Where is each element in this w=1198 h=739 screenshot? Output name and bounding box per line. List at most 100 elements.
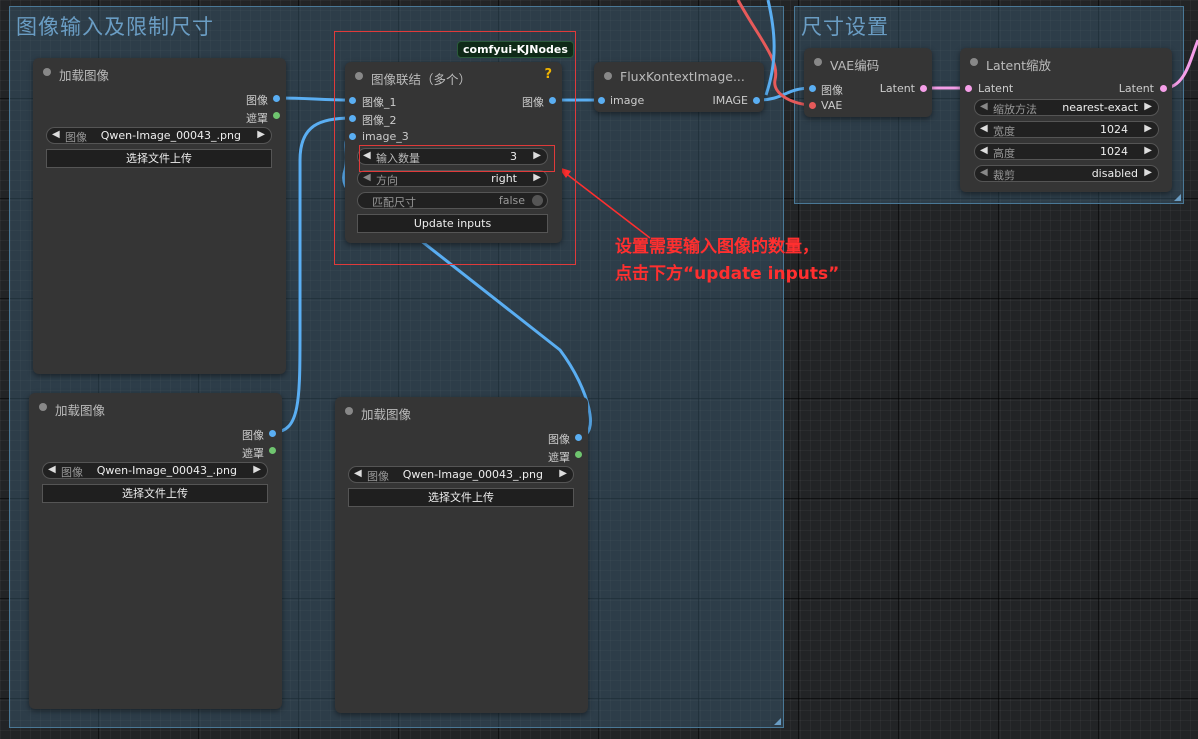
increment-arrow-icon[interactable]: ▶	[559, 468, 567, 479]
output-mask-slot[interactable]	[575, 451, 582, 458]
upload-button[interactable]: 选择文件上传	[46, 149, 272, 168]
widget-label: 图像	[65, 131, 87, 144]
node-header[interactable]: 图像联结（多个） ?	[345, 62, 562, 90]
load-image-node[interactable]: 加载图像 图像 遮罩 ◀ 图像 Qwen-Image_00043_.png ▶ …	[335, 397, 588, 713]
decrement-arrow-icon[interactable]: ◀	[980, 101, 988, 112]
node-title: 图像联结（多个）	[371, 72, 472, 87]
input-label: VAE	[821, 99, 843, 112]
increment-arrow-icon[interactable]: ▶	[253, 464, 261, 475]
help-icon[interactable]: ?	[544, 67, 552, 82]
input-slot[interactable]	[349, 97, 356, 104]
vae-encode-node[interactable]: VAE编码 图像 VAE Latent	[804, 48, 932, 117]
input-slot[interactable]	[965, 85, 972, 92]
increment-arrow-icon[interactable]: ▶	[1144, 123, 1152, 134]
output-label: IMAGE	[712, 94, 748, 107]
input-slot[interactable]	[598, 97, 605, 104]
input-label: image	[610, 94, 645, 107]
height-widget[interactable]: ◀ 高度 1024 ▶	[974, 143, 1159, 160]
width-widget[interactable]: ◀ 宽度 1024 ▶	[974, 121, 1159, 138]
toggle-knob[interactable]	[532, 195, 543, 206]
input-slot[interactable]	[349, 115, 356, 122]
output-image-slot[interactable]	[549, 97, 556, 104]
increment-arrow-icon[interactable]: ▶	[1144, 167, 1152, 178]
image-select[interactable]: ◀ 图像 Qwen-Image_00043_.png ▶	[42, 462, 268, 479]
collapse-dot[interactable]	[604, 72, 612, 80]
decrement-arrow-icon[interactable]: ◀	[980, 167, 988, 178]
increment-arrow-icon[interactable]: ▶	[1144, 101, 1152, 112]
match-size-toggle[interactable]: 匹配尺寸 false	[357, 192, 548, 209]
collapse-dot[interactable]	[345, 407, 353, 415]
upscale-method-widget[interactable]: ◀ 缩放方法 nearest-exact ▶	[974, 99, 1159, 116]
input-label: 图像_1	[362, 96, 397, 109]
source-badge: comfyui-KJNodes	[457, 41, 574, 58]
image-select[interactable]: ◀ 图像 Qwen-Image_00043_.png ▶	[46, 127, 272, 144]
decrement-arrow-icon[interactable]: ◀	[980, 123, 988, 134]
output-label: Latent	[1118, 82, 1154, 95]
collapse-dot[interactable]	[970, 58, 978, 66]
increment-arrow-icon[interactable]: ▶	[257, 129, 265, 140]
node-header[interactable]: 加载图像	[335, 397, 588, 425]
decrement-arrow-icon[interactable]: ◀	[354, 468, 362, 479]
input-slot[interactable]	[809, 85, 816, 92]
input-label: Latent	[978, 82, 1014, 95]
output-slot[interactable]	[753, 97, 760, 104]
widget-label: 方向	[376, 174, 398, 187]
load-image-node[interactable]: 加载图像 图像 遮罩 ◀ 图像 Qwen-Image_00043_.png ▶ …	[29, 393, 282, 709]
output-label: Latent	[879, 82, 915, 95]
node-header[interactable]: Latent缩放	[960, 48, 1172, 76]
output-image-label: 图像	[246, 94, 268, 107]
input-label: image_3	[362, 130, 409, 143]
collapse-dot[interactable]	[39, 403, 47, 411]
widget-value: Qwen-Image_00043_.png	[402, 468, 543, 481]
output-slot[interactable]	[920, 85, 927, 92]
decrement-arrow-icon[interactable]: ◀	[363, 172, 371, 183]
flux-kontext-node[interactable]: FluxKontextImage... image IMAGE	[594, 62, 764, 112]
image-select[interactable]: ◀ 图像 Qwen-Image_00043_.png ▶	[348, 466, 574, 483]
node-header[interactable]: 加载图像	[29, 393, 282, 421]
direction-widget[interactable]: ◀ 方向 right ▶	[357, 170, 548, 187]
decrement-arrow-icon[interactable]: ◀	[980, 145, 988, 156]
node-header[interactable]: 加载图像	[33, 58, 286, 86]
collapse-dot[interactable]	[43, 68, 51, 76]
output-mask-slot[interactable]	[269, 447, 276, 454]
decrement-arrow-icon[interactable]: ◀	[48, 464, 56, 475]
node-title: Latent缩放	[986, 58, 1052, 73]
widget-value: Qwen-Image_00043_.png	[100, 129, 241, 142]
node-header[interactable]: VAE编码	[804, 48, 932, 76]
widget-value: Qwen-Image_00043_.png	[96, 464, 237, 477]
widget-value: 1024	[1100, 123, 1128, 136]
widget-value: false	[498, 194, 525, 207]
output-image-label: 图像	[522, 96, 544, 109]
output-mask-label: 遮罩	[246, 112, 268, 125]
widget-label: 图像	[61, 466, 83, 479]
input-label: 图像	[821, 84, 843, 97]
upload-button[interactable]: 选择文件上传	[42, 484, 268, 503]
output-slot[interactable]	[1160, 85, 1167, 92]
update-inputs-button[interactable]: Update inputs	[357, 214, 548, 233]
widget-value: 1024	[1100, 145, 1128, 158]
collapse-dot[interactable]	[814, 58, 822, 66]
highlight-box-inputcount	[359, 145, 555, 172]
output-image-slot[interactable]	[269, 430, 276, 437]
collapse-dot[interactable]	[355, 72, 363, 80]
output-mask-slot[interactable]	[273, 112, 280, 119]
widget-value: nearest-exact	[1062, 101, 1138, 114]
crop-widget[interactable]: ◀ 裁剪 disabled ▶	[974, 165, 1159, 182]
annotation-line: 点击下方“update inputs”	[615, 264, 840, 284]
widget-value: right	[491, 172, 517, 185]
node-title: FluxKontextImage...	[620, 69, 745, 84]
increment-arrow-icon[interactable]: ▶	[533, 172, 541, 183]
output-mask-label: 遮罩	[242, 447, 264, 460]
widget-label: 图像	[367, 470, 389, 483]
load-image-node[interactable]: 加载图像 图像 遮罩 ◀ 图像 Qwen-Image_00043_.png ▶ …	[33, 58, 286, 374]
decrement-arrow-icon[interactable]: ◀	[52, 129, 60, 140]
input-slot[interactable]	[809, 102, 816, 109]
increment-arrow-icon[interactable]: ▶	[1144, 145, 1152, 156]
node-header[interactable]: FluxKontextImage...	[594, 62, 764, 90]
output-image-slot[interactable]	[273, 95, 280, 102]
output-image-slot[interactable]	[575, 434, 582, 441]
latent-upscale-node[interactable]: Latent缩放 Latent Latent ◀ 缩放方法 nearest-ex…	[960, 48, 1172, 192]
input-slot[interactable]	[349, 133, 356, 140]
widget-label: 高度	[993, 147, 1015, 160]
upload-button[interactable]: 选择文件上传	[348, 488, 574, 507]
